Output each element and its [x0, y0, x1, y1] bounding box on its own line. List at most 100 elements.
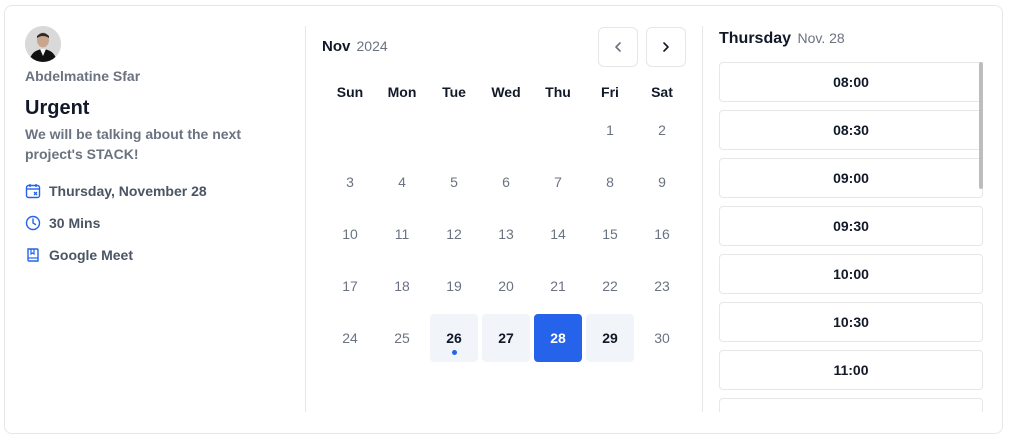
- calendar-day-number: 18: [394, 278, 410, 294]
- calendar-day[interactable]: 27: [480, 312, 532, 364]
- calendar-day: 12: [428, 208, 480, 260]
- calendar-day-number: 28: [534, 314, 582, 362]
- calendar-empty-cell: [428, 104, 480, 156]
- calendar-day-number: 5: [450, 174, 458, 190]
- calendar-day: 14: [532, 208, 584, 260]
- host-name: Abdelmatine Sfar: [25, 68, 141, 84]
- calendar-day: 18: [376, 260, 428, 312]
- calendar-empty-cell: [324, 104, 376, 156]
- time-slot-button[interactable]: 09:00: [719, 158, 983, 198]
- calendar-day-number: 25: [394, 330, 410, 346]
- calendar-day-number: 14: [550, 226, 566, 242]
- booking-card: Abdelmatine Sfar Urgent We will be talki…: [4, 5, 1003, 434]
- slots-header: Thursday Nov. 28: [719, 30, 845, 48]
- time-slot-list[interactable]: 08:00 08:30 09:00 09:30 10:00 10:30 11:00: [719, 62, 984, 412]
- event-description: We will be talking about the next projec…: [25, 126, 241, 162]
- calendar-day-number: 17: [342, 278, 358, 294]
- clock-icon: [25, 215, 41, 231]
- today-dot-icon: [451, 350, 457, 355]
- calendar-day: 10: [324, 208, 376, 260]
- calendar-day: 3: [324, 156, 376, 208]
- calendar-day-number: 7: [554, 174, 562, 190]
- calendar-day: 23: [636, 260, 688, 312]
- event-duration: 30 Mins: [49, 215, 101, 231]
- calendar-day: 7: [532, 156, 584, 208]
- time-slot-button[interactable]: 08:30: [719, 110, 983, 150]
- calendar-day-selected[interactable]: 28: [532, 312, 584, 364]
- calendar-year: 2024: [356, 38, 388, 54]
- calendar-day-number: 9: [658, 174, 666, 190]
- calendar-empty-cell: [532, 104, 584, 156]
- time-slot-button[interactable]: 08:00: [719, 62, 983, 102]
- calendar-day-number: 4: [398, 174, 406, 190]
- divider: [305, 26, 306, 412]
- book-icon: [27, 248, 39, 262]
- weekday-label: Sun: [336, 84, 364, 100]
- calendar-month-label: Nov 2024: [322, 38, 388, 55]
- previous-month-button[interactable]: [598, 27, 638, 67]
- calendar-day-number: 26: [430, 314, 478, 362]
- event-location-row: Google Meet: [25, 247, 133, 263]
- calendar-day[interactable]: 29: [584, 312, 636, 364]
- calendar-empty-cell: [376, 104, 428, 156]
- calendar-day-number: 10: [342, 226, 358, 242]
- event-details-panel: Abdelmatine Sfar Urgent We will be talki…: [5, 6, 305, 433]
- calendar-day-number: 30: [654, 330, 670, 346]
- time-slot-button[interactable]: [719, 398, 983, 412]
- weekday-label: Wed: [491, 84, 521, 100]
- calendar-day-number: 23: [654, 278, 670, 294]
- calendar-day: 19: [428, 260, 480, 312]
- calendar-day: 20: [480, 260, 532, 312]
- divider: [702, 26, 703, 412]
- weekday-label: Fri: [601, 84, 619, 100]
- calendar-day-number: 13: [498, 226, 514, 242]
- calendar-day: 2: [636, 104, 688, 156]
- calendar-day-number: 3: [346, 174, 354, 190]
- calendar-day-number: 24: [342, 330, 358, 346]
- calendar-x-icon: [25, 184, 41, 199]
- calendar-day-number: 19: [446, 278, 462, 294]
- calendar-day: 11: [376, 208, 428, 260]
- calendar-day-number: 12: [446, 226, 462, 242]
- calendar-day-number: 22: [602, 278, 618, 294]
- next-month-button[interactable]: [646, 27, 686, 67]
- calendar-day-number: 16: [654, 226, 670, 242]
- calendar-day-number: 20: [498, 278, 514, 294]
- time-slot-button[interactable]: 10:00: [719, 254, 983, 294]
- calendar-day: 5: [428, 156, 480, 208]
- weekday-label: Sat: [651, 84, 673, 100]
- calendar-empty-cell: [480, 104, 532, 156]
- calendar-day: 17: [324, 260, 376, 312]
- calendar-day-number: 29: [586, 314, 634, 362]
- calendar-day-number: 1: [606, 122, 614, 138]
- weekday-label: Mon: [387, 84, 417, 100]
- calendar-day[interactable]: 26: [428, 312, 480, 364]
- time-slot-button[interactable]: 11:00: [719, 350, 983, 390]
- calendar-day: 16: [636, 208, 688, 260]
- calendar-day: 30: [636, 312, 688, 364]
- event-date-row: Thursday, November 28: [25, 183, 207, 199]
- calendar-day: 21: [532, 260, 584, 312]
- calendar-day: 25: [376, 312, 428, 364]
- event-date: Thursday, November 28: [49, 183, 207, 199]
- weekday-label: Thu: [545, 84, 571, 100]
- time-slot-scrollbar[interactable]: [979, 62, 983, 189]
- calendar-day-number: 2: [658, 122, 666, 138]
- calendar-day: 9: [636, 156, 688, 208]
- slots-date: Nov. 28: [797, 30, 845, 46]
- time-slot-button[interactable]: 10:30: [719, 302, 983, 342]
- calendar-day: 13: [480, 208, 532, 260]
- calendar-day-number: 15: [602, 226, 618, 242]
- calendar-day-number: 27: [482, 314, 530, 362]
- event-location: Google Meet: [49, 247, 134, 263]
- calendar-day-grid: 1 2 3 4 5 6 7 8 9 10 11 12 13 14 15 16 17 18 19 20 21 22 23 24 2…: [324, 104, 688, 364]
- chevron-right-icon: [663, 42, 669, 52]
- time-slot-button[interactable]: 09:30: [719, 206, 983, 246]
- calendar-day: 15: [584, 208, 636, 260]
- calendar-month: Nov: [322, 38, 351, 55]
- calendar-day-number: 11: [394, 226, 410, 242]
- calendar-day: 8: [584, 156, 636, 208]
- slots-day: Thursday: [719, 30, 792, 47]
- calendar-day: 6: [480, 156, 532, 208]
- avatar: [25, 26, 61, 62]
